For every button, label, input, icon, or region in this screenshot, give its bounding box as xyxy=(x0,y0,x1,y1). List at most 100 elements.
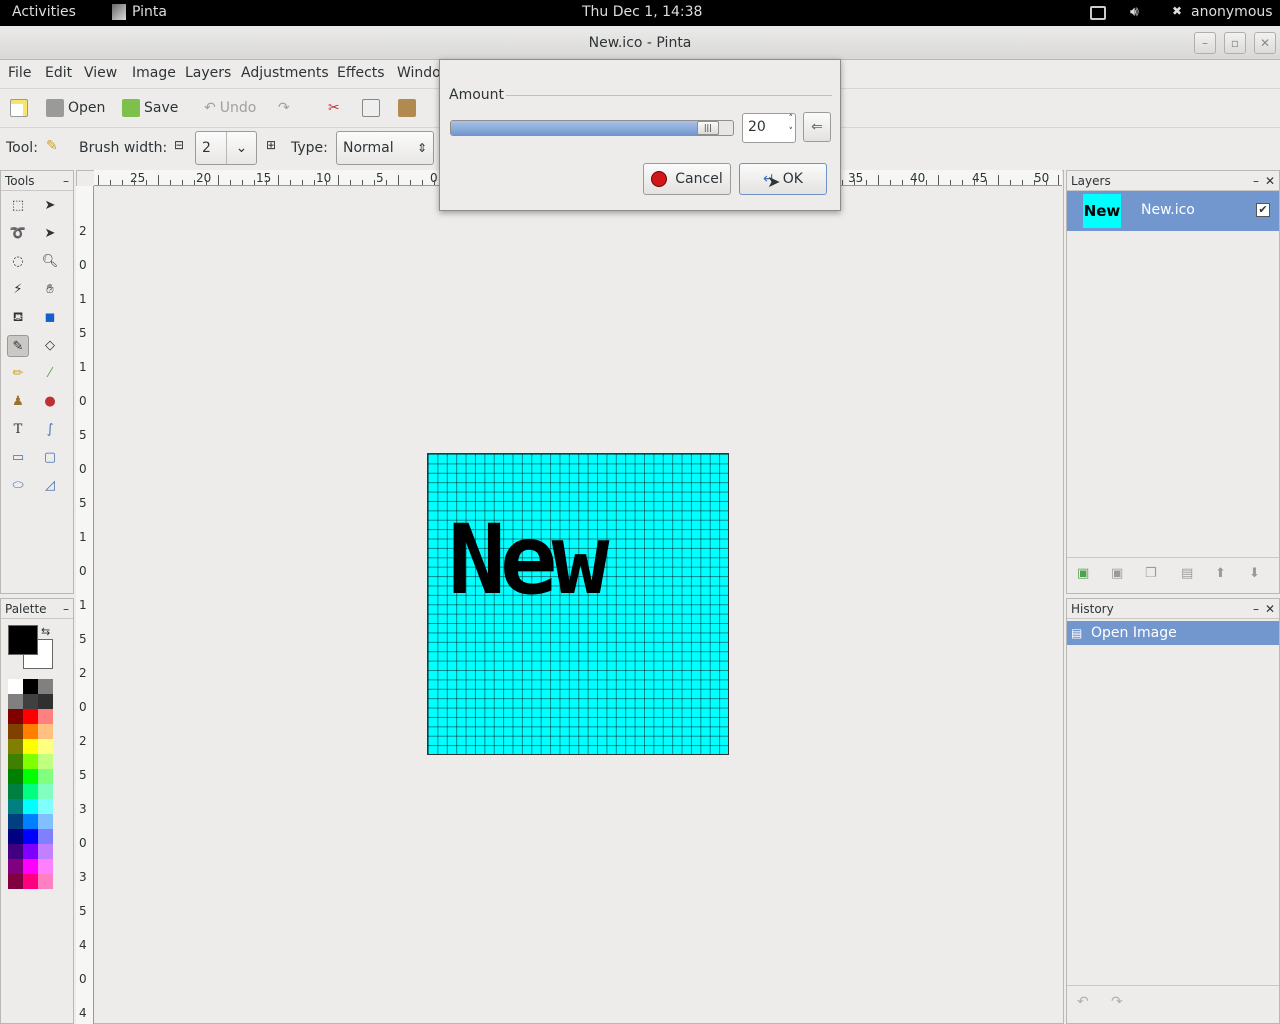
palette-swatch[interactable] xyxy=(38,814,53,829)
ok-button[interactable]: ↵ OK xyxy=(739,163,827,195)
menu-file[interactable]: File xyxy=(8,65,31,81)
spin-up-icon[interactable]: ˄ xyxy=(789,114,794,124)
palette-swatch[interactable] xyxy=(23,739,38,754)
palette-swatch[interactable] xyxy=(38,694,53,709)
palette-swatch[interactable] xyxy=(8,679,23,694)
primary-color-swatch[interactable] xyxy=(8,625,38,655)
palette-swatch[interactable] xyxy=(8,829,23,844)
palette-swatch[interactable] xyxy=(38,709,53,724)
clone-stamp-icon[interactable]: ♟︎ xyxy=(7,391,29,413)
text-tool-icon[interactable]: T xyxy=(7,419,29,441)
close-button[interactable]: ✕ xyxy=(1254,32,1276,54)
history-item[interactable]: ▤ Open Image xyxy=(1067,621,1279,645)
palette-swatch[interactable] xyxy=(8,859,23,874)
palette-swatch[interactable] xyxy=(8,694,23,709)
move-layer-down-icon[interactable]: ⬇︎ xyxy=(1249,566,1260,581)
palette-swatch[interactable] xyxy=(38,769,53,784)
lasso-select-icon[interactable]: ➰ xyxy=(7,223,29,245)
gradient-icon[interactable]: ◼ xyxy=(39,307,61,329)
menu-edit[interactable]: Edit xyxy=(45,65,72,81)
delete-layer-icon[interactable]: ▣ xyxy=(1111,566,1123,581)
open-button[interactable]: Open xyxy=(46,95,105,121)
add-layer-icon[interactable]: ▣ xyxy=(1077,566,1089,581)
move-selected-icon[interactable]: ➤ xyxy=(39,195,61,217)
palette-swatch[interactable] xyxy=(8,769,23,784)
folder-icon[interactable] xyxy=(1090,6,1106,20)
palette-swatch[interactable] xyxy=(23,694,38,709)
eraser-icon[interactable]: ◇ xyxy=(39,335,61,357)
palette-swatch[interactable] xyxy=(38,844,53,859)
copy-button[interactable] xyxy=(362,95,380,121)
paste-button[interactable] xyxy=(398,95,416,121)
history-redo-icon[interactable]: ↷ xyxy=(1111,994,1123,1010)
user-menu[interactable]: anonymous xyxy=(1191,4,1273,20)
palette-swatch[interactable] xyxy=(38,754,53,769)
rectangle-select-icon[interactable]: ⬚ xyxy=(7,195,29,217)
menu-layers[interactable]: Layers xyxy=(185,65,231,81)
ellipse-select-icon[interactable]: ◌ xyxy=(7,251,29,273)
freeform-shape-icon[interactable]: ◿ xyxy=(39,475,61,497)
palette-swatch[interactable] xyxy=(23,829,38,844)
move-layer-up-icon[interactable]: ⬆︎ xyxy=(1215,566,1226,581)
amount-spinner[interactable]: 20 ˄ ˅ xyxy=(742,113,796,143)
type-combo[interactable]: Normal ⇕ xyxy=(336,131,434,165)
panel-close-icon[interactable]: ✕ xyxy=(1265,171,1275,191)
panel-minimize-icon[interactable]: – xyxy=(63,599,69,619)
palette-swatch[interactable] xyxy=(38,829,53,844)
palette-swatch[interactable] xyxy=(8,784,23,799)
palette-swatch[interactable] xyxy=(8,739,23,754)
layer-row[interactable]: New New.ico ✔ xyxy=(1067,191,1279,231)
pencil-icon[interactable]: ✏︎ xyxy=(7,363,29,385)
panel-close-icon[interactable]: ✕ xyxy=(1265,599,1275,619)
palette-swatch[interactable] xyxy=(38,679,53,694)
menu-view[interactable]: View xyxy=(84,65,117,81)
palette-swatch[interactable] xyxy=(8,814,23,829)
undo-button[interactable]: ↶ Undo xyxy=(204,95,256,121)
image-canvas[interactable]: New xyxy=(427,453,729,755)
spin-down-icon[interactable]: ˅ xyxy=(789,127,794,137)
palette-swatch[interactable] xyxy=(23,859,38,874)
paint-bucket-icon[interactable]: ⛾ xyxy=(7,307,29,329)
save-button[interactable]: Save xyxy=(122,95,178,121)
rectangle-icon[interactable]: ▭ xyxy=(7,447,29,469)
maximize-button[interactable]: ▫ xyxy=(1224,32,1246,54)
decrease-width-icon[interactable]: ⊟ xyxy=(174,138,184,152)
panel-minimize-icon[interactable]: – xyxy=(1253,171,1259,191)
menu-adjustments[interactable]: Adjustments xyxy=(241,65,329,81)
palette-swatch[interactable] xyxy=(23,874,38,889)
palette-swatch[interactable] xyxy=(23,784,38,799)
minimize-button[interactable]: – xyxy=(1194,32,1216,54)
line-curve-icon[interactable]: ∫ xyxy=(39,419,61,441)
palette-swatch[interactable] xyxy=(23,709,38,724)
palette-swatch[interactable] xyxy=(8,709,23,724)
move-selection-icon[interactable]: ➤ xyxy=(39,223,61,245)
activities-button[interactable]: Activities xyxy=(12,4,76,20)
palette-swatch[interactable] xyxy=(38,724,53,739)
recolor-icon[interactable]: ● xyxy=(39,391,61,413)
palette-swatch[interactable] xyxy=(8,724,23,739)
ellipse-icon[interactable]: ⬭ xyxy=(7,475,29,497)
cancel-button[interactable]: Cancel xyxy=(643,163,731,195)
palette-swatch[interactable] xyxy=(23,754,38,769)
palette-swatch[interactable] xyxy=(8,844,23,859)
volume-icon[interactable]: 🔊︎ xyxy=(1130,4,1139,20)
palette-swatch[interactable] xyxy=(23,799,38,814)
amount-slider[interactable]: ||| xyxy=(450,120,734,136)
clock[interactable]: Thu Dec 1, 14:38 xyxy=(582,4,702,20)
panel-minimize-icon[interactable]: – xyxy=(1253,599,1259,619)
paintbrush-tool-icon[interactable]: ✎ xyxy=(7,335,29,357)
palette-swatch[interactable] xyxy=(23,814,38,829)
palette-swatch[interactable] xyxy=(8,754,23,769)
palette-swatch[interactable] xyxy=(8,874,23,889)
rounded-rectangle-icon[interactable]: ▢ xyxy=(39,447,61,469)
palette-swatch[interactable] xyxy=(38,874,53,889)
palette-swatch[interactable] xyxy=(8,799,23,814)
zoom-icon[interactable]: 🔍︎ xyxy=(39,251,61,273)
menu-image[interactable]: Image xyxy=(132,65,176,81)
palette-swatch[interactable] xyxy=(38,799,53,814)
cut-button[interactable]: ✂ xyxy=(328,95,340,121)
increase-width-icon[interactable]: ⊞ xyxy=(266,138,276,152)
palette-swatch[interactable] xyxy=(23,769,38,784)
pan-hand-icon[interactable]: ✋︎ xyxy=(39,279,61,301)
magic-wand-icon[interactable]: ⚡︎ xyxy=(7,279,29,301)
